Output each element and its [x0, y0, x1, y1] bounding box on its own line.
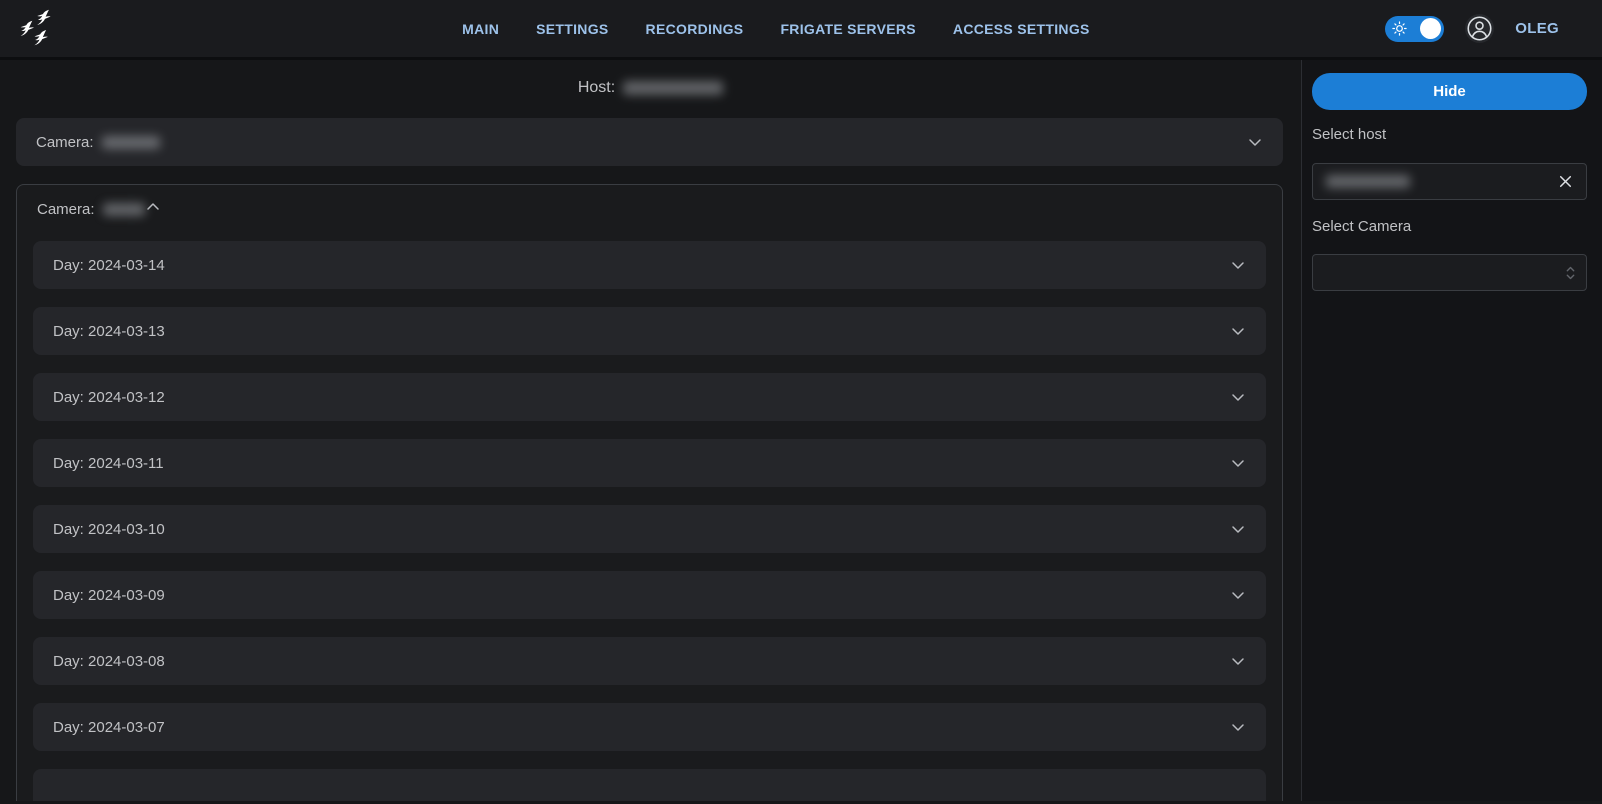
nav-main[interactable]: MAIN [462, 21, 499, 37]
header-right-controls: OLEG [1385, 14, 1559, 43]
day-label: Day: 2024-03-07 [53, 719, 165, 736]
main-nav: MAIN SETTINGS RECORDINGS FRIGATE SERVERS… [462, 0, 1090, 57]
top-navbar: MAIN SETTINGS RECORDINGS FRIGATE SERVERS… [0, 0, 1602, 60]
content-area: Host: Camera: Camera: [0, 60, 1602, 801]
frigate-birds-logo [12, 5, 60, 55]
host-label: Host: [578, 79, 615, 97]
camera-name-redacted [102, 136, 160, 149]
day-row[interactable]: Day: 2024-03-14 [33, 241, 1266, 289]
day-label: Day: 2024-03-10 [53, 521, 165, 538]
day-label: Day: 2024-03-13 [53, 323, 165, 340]
camera-label-text: Camera: [37, 201, 95, 218]
day-label: Day: 2024-03-14 [53, 257, 165, 274]
host-value-redacted [623, 81, 723, 95]
selected-host-redacted [1326, 175, 1410, 188]
user-circle-icon [1466, 15, 1493, 42]
filter-sidebar: Hide Select host Select Camera [1302, 60, 1602, 801]
nav-settings[interactable]: SETTINGS [536, 21, 608, 37]
day-list: Day: 2024-03-14 Day: 2024-03-13 Day: 202… [17, 233, 1282, 801]
day-row-partial[interactable] [33, 769, 1266, 801]
clear-host-button[interactable] [1555, 171, 1576, 192]
x-icon [1557, 173, 1574, 190]
day-row[interactable]: Day: 2024-03-09 [33, 571, 1266, 619]
camera-accordion-header[interactable]: Camera: [17, 185, 1282, 233]
chevron-down-icon [1247, 134, 1263, 150]
recordings-main-panel: Host: Camera: Camera: [0, 60, 1302, 801]
camera-name-redacted [103, 203, 145, 216]
updown-selector-icon [1565, 264, 1576, 282]
host-select[interactable] [1312, 163, 1587, 200]
sun-icon [1392, 21, 1407, 36]
day-row[interactable]: Day: 2024-03-07 [33, 703, 1266, 751]
chevron-down-icon [1230, 389, 1246, 405]
chevron-down-icon [1230, 587, 1246, 603]
camera-accordion-label: Camera: [37, 201, 145, 218]
username-label[interactable]: OLEG [1515, 20, 1559, 37]
camera-accordion-label: Camera: [36, 134, 160, 151]
user-avatar[interactable] [1465, 14, 1494, 43]
day-row[interactable]: Day: 2024-03-13 [33, 307, 1266, 355]
nav-access-settings[interactable]: ACCESS SETTINGS [953, 21, 1090, 37]
day-row[interactable]: Day: 2024-03-12 [33, 373, 1266, 421]
chevron-down-icon [1230, 257, 1246, 273]
select-host-label: Select host [1312, 126, 1587, 144]
day-label: Day: 2024-03-12 [53, 389, 165, 406]
chevron-down-icon [1230, 521, 1246, 537]
camera-accordion-collapsed[interactable]: Camera: [16, 118, 1283, 166]
chevron-up-icon [145, 199, 161, 220]
host-line: Host: [0, 74, 1301, 102]
nav-recordings[interactable]: RECORDINGS [646, 21, 744, 37]
camera-accordion-expanded: Camera: Day: 2024-03-14 Day: 2024-03-13 [16, 184, 1283, 801]
day-label: Day: 2024-03-11 [53, 455, 164, 472]
chevron-down-icon [1230, 653, 1246, 669]
select-camera-label: Select Camera [1312, 218, 1587, 236]
day-row[interactable]: Day: 2024-03-10 [33, 505, 1266, 553]
day-row[interactable]: Day: 2024-03-11 [33, 439, 1266, 487]
chevron-down-icon [1230, 719, 1246, 735]
hide-button[interactable]: Hide [1312, 73, 1587, 110]
nav-frigate-servers[interactable]: FRIGATE SERVERS [780, 21, 915, 37]
theme-toggle[interactable] [1385, 16, 1444, 42]
day-label: Day: 2024-03-09 [53, 587, 165, 604]
toggle-knob [1420, 18, 1441, 39]
day-row[interactable]: Day: 2024-03-08 [33, 637, 1266, 685]
day-label: Day: 2024-03-08 [53, 653, 165, 670]
chevron-down-icon [1230, 455, 1246, 471]
camera-label-text: Camera: [36, 134, 94, 151]
chevron-down-icon [1230, 323, 1246, 339]
camera-select[interactable] [1312, 254, 1587, 291]
